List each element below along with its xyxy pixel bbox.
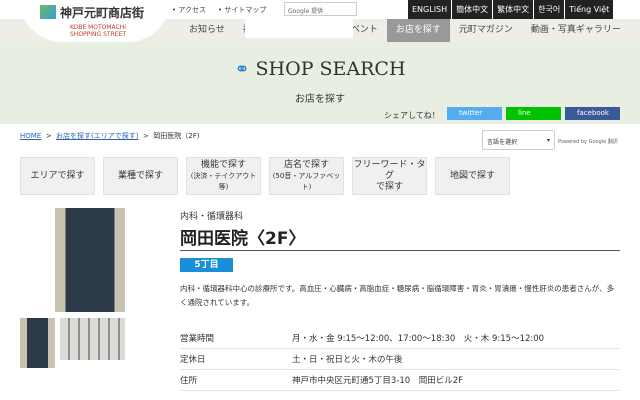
label: 店名で探す	[283, 159, 329, 170]
info-row-hours: 営業時間 月・水・金 9:15〜12:00、17:00〜18:30 火・木 9:1…	[180, 328, 620, 349]
shop-main-photo[interactable]	[55, 208, 125, 312]
breadcrumb-current: 岡田医院（2F)	[153, 132, 200, 140]
breadcrumb-home[interactable]: HOME	[20, 132, 41, 140]
nav-news[interactable]: お知らせ	[180, 19, 234, 42]
sublabel: (50音・アルファベット)	[272, 171, 341, 191]
search-by-feature-button[interactable]: 機能で探す (決済・テイクアウト等)	[186, 157, 261, 195]
logo-title: 神戸元町商店街	[60, 6, 145, 20]
search-by-keyword-button[interactable]: フリーワード・タグ で探す	[352, 157, 427, 195]
breadcrumb: HOME > お店を探す(エリアで探す) > 岡田医院（2F)	[20, 132, 200, 140]
info-key: 住所	[180, 376, 198, 386]
area-badge[interactable]: 5丁目	[180, 258, 233, 272]
share-label: シェアしてね！	[384, 111, 440, 120]
logo-icon	[40, 5, 56, 19]
shop-thumbnail-1[interactable]	[20, 318, 55, 368]
sitemap-link[interactable]: • サイトマップ	[218, 6, 266, 14]
nav-magazine[interactable]: 元町マガジン	[450, 19, 522, 42]
binoculars-icon: ⚭	[234, 59, 250, 80]
info-row-address: 住所 神戸市中央区元町通5丁目3-10 岡田ビル2F	[180, 370, 620, 391]
nav-shop-search[interactable]: お店を探す	[386, 19, 450, 42]
info-value: 月・水・金 9:15〜12:00、17:00〜18:30 火・木 9:15〜12…	[292, 334, 545, 344]
lang-english[interactable]: ENGLISH	[408, 0, 452, 19]
info-value: 神戸市中央区元町通5丁目3-10 岡田ビル2F	[292, 376, 463, 386]
label: エリアで探す	[30, 170, 85, 181]
search-by-area-button[interactable]: エリアで探す	[20, 157, 95, 195]
shop-description: 内科・循環器科中心の診療所です。高血圧・心臓病・高脂血症・糖尿病・脳循環障害・胃…	[180, 284, 615, 307]
sublabel: (決済・テイクアウト等)	[190, 171, 257, 191]
lang-simplified-chinese[interactable]: 簡体中文	[452, 0, 493, 19]
divider	[180, 250, 620, 251]
shop-info-table: 営業時間 月・水・金 9:15〜12:00、17:00〜18:30 火・木 9:1…	[180, 328, 620, 391]
search-by-industry-button[interactable]: 業種で探す	[103, 157, 178, 195]
lang-korean[interactable]: 한국어	[534, 0, 565, 19]
breadcrumb-area[interactable]: お店を探す(エリアで探す)	[56, 132, 138, 140]
label: フリーワード・タグ	[353, 159, 426, 181]
info-key: 定休日	[180, 355, 206, 365]
nav-gallery[interactable]: 動画・写真ギャラリー	[522, 19, 630, 42]
line-share-button[interactable]: line	[506, 107, 561, 120]
banner-subtitle: お店を探す	[295, 94, 345, 105]
powered-by-google: Powered by Google 翻訳	[558, 139, 618, 145]
language-switcher: ENGLISH 簡体中文 繁体中文 한국어 Tiếng Việt	[408, 0, 614, 19]
facebook-share-button[interactable]: facebook	[565, 107, 620, 120]
lang-traditional-chinese[interactable]: 繁体中文	[493, 0, 534, 19]
lang-vietnamese[interactable]: Tiếng Việt	[565, 0, 614, 19]
site-logo[interactable]: 神戸元町商店街 KOBE MOTOMACHI SHOPPING STREET	[20, 0, 170, 42]
shop-thumbnail-2[interactable]	[60, 318, 125, 360]
info-value: 土・日・祝日と火・木の午後	[292, 355, 403, 365]
language-select[interactable]: 言語を選択 ▾	[482, 130, 555, 150]
language-select-value: 言語を選択	[487, 139, 518, 146]
banner-title-text: SHOP SEARCH	[255, 58, 406, 80]
label: 機能で探す	[200, 159, 246, 170]
info-key: 営業時間	[180, 334, 215, 344]
twitter-share-button[interactable]: twitter	[447, 107, 502, 120]
label: 地図で探す	[449, 170, 495, 181]
label: 業種で探す	[117, 170, 163, 181]
logo-subtitle: KOBE MOTOMACHI SHOPPING STREET	[69, 24, 127, 38]
banner-title: ⚭ SHOP SEARCH	[0, 58, 640, 80]
chevron-down-icon: ▾	[546, 137, 550, 144]
sublabel: で探す	[375, 181, 403, 192]
search-by-map-button[interactable]: 地図で探す	[435, 157, 510, 195]
access-link[interactable]: • アクセス	[172, 6, 206, 14]
search-suggestion-overlay	[245, 18, 353, 38]
category-buttons: エリアで探す 業種で探す 機能で探す (決済・テイクアウト等) 店名で探す (50音…	[20, 157, 510, 195]
search-input[interactable]: Google 提供	[284, 2, 357, 16]
shop-name: 岡田医院〈2F〉	[180, 229, 306, 249]
info-row-closed: 定休日 土・日・祝日と火・木の午後	[180, 349, 620, 370]
top-links: • アクセス • サイトマップ	[172, 5, 278, 15]
shop-category: 内科・循環器科	[180, 212, 244, 222]
search-by-name-button[interactable]: 店名で探す (50音・アルファベット)	[269, 157, 344, 195]
